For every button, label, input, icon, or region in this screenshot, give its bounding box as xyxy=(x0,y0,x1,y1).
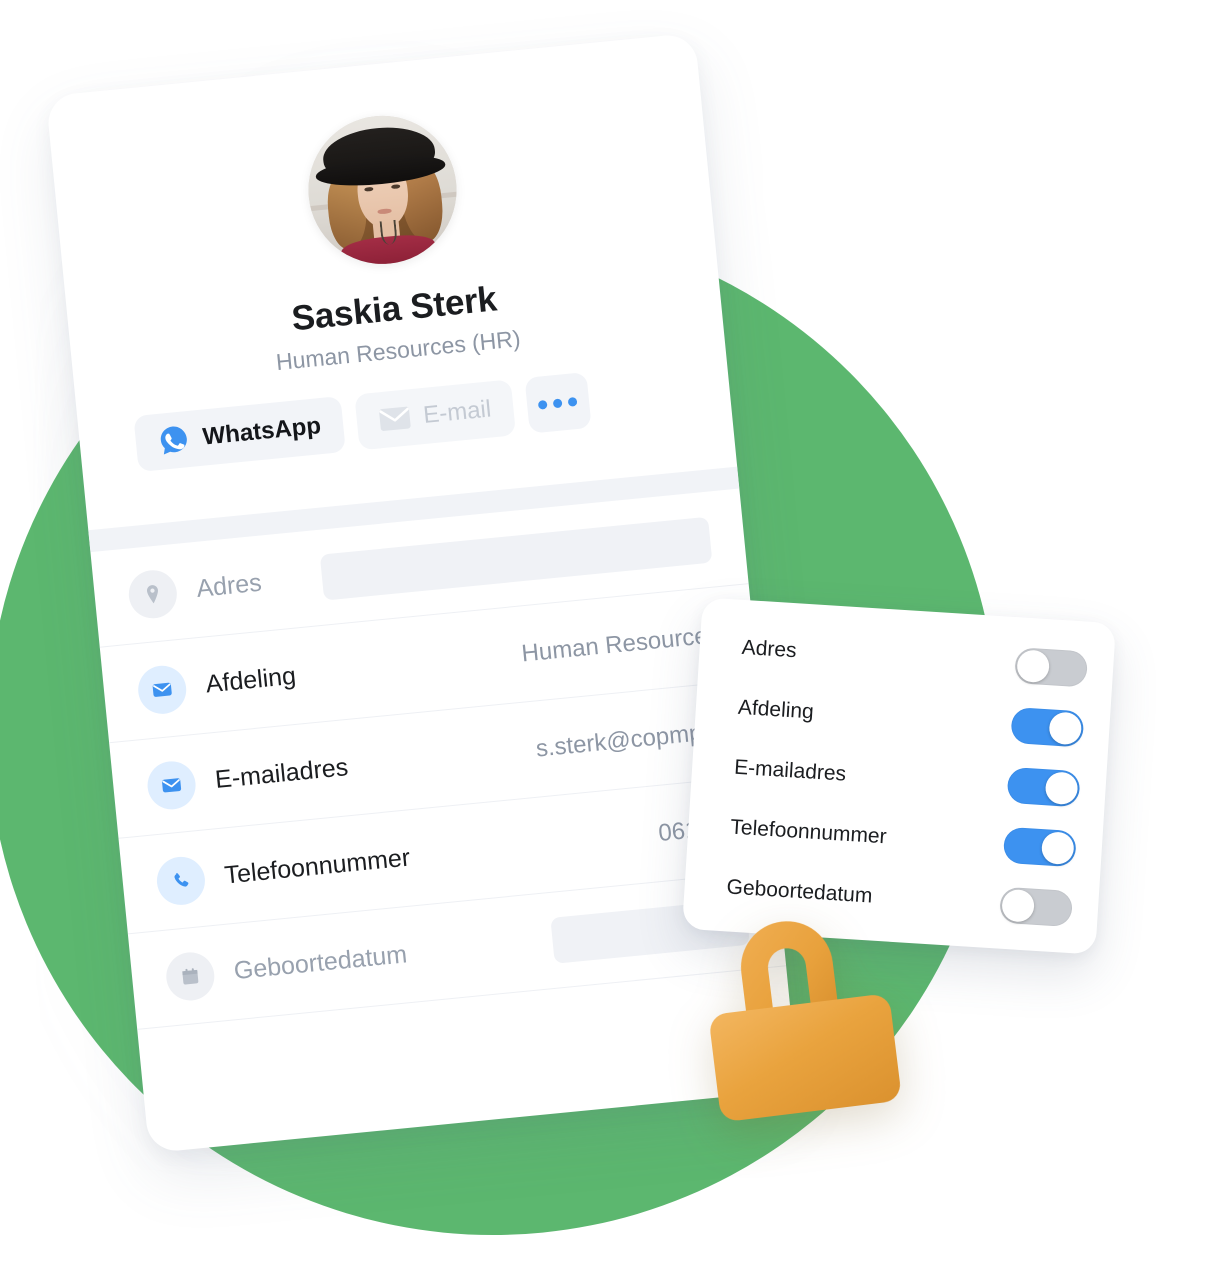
padlock-icon xyxy=(688,889,913,1127)
illustration-stage: Saskia Sterk Human Resources (HR) WhatsA… xyxy=(0,0,1210,1270)
field-label-telefoonnummer: Telefoonnummer xyxy=(223,843,412,890)
mail-icon xyxy=(145,758,198,812)
toggle-switch-telefoonnummer[interactable] xyxy=(1002,826,1077,868)
toggle-label-telefoonnummer: Telefoonnummer xyxy=(729,815,888,849)
toggle-knob xyxy=(1016,649,1051,684)
contact-fields-list: Adres Afdeling Human Resources E-mailadr… xyxy=(90,488,787,1030)
field-label-emailadres: E-mailadres xyxy=(213,753,350,794)
location-pin-icon xyxy=(126,567,180,621)
toggle-switch-adres[interactable] xyxy=(1014,647,1089,688)
toggle-switch-emailadres[interactable] xyxy=(1006,766,1081,808)
field-label-geboortedatum: Geboortedatum xyxy=(232,940,409,986)
field-value-masked-adres xyxy=(319,516,713,601)
field-label-afdeling: Afdeling xyxy=(204,661,298,699)
toggle-label-adres: Adres xyxy=(741,635,798,663)
mail-icon xyxy=(377,405,411,432)
toggle-knob xyxy=(1044,771,1079,806)
contact-card: Saskia Sterk Human Resources (HR) WhatsA… xyxy=(45,32,799,1154)
toggle-knob xyxy=(1048,711,1083,746)
mail-icon xyxy=(135,663,189,716)
field-value-afdeling: Human Resources xyxy=(520,620,721,668)
whatsapp-button[interactable]: WhatsApp xyxy=(133,396,346,473)
whatsapp-button-label: WhatsApp xyxy=(201,412,323,451)
calendar-icon xyxy=(164,949,217,1003)
whatsapp-icon xyxy=(156,423,191,458)
toggle-label-afdeling: Afdeling xyxy=(737,695,815,724)
more-options-button[interactable] xyxy=(524,371,592,434)
more-dots-icon xyxy=(537,396,578,410)
email-button[interactable]: E-mail xyxy=(353,379,516,451)
toggle-switch-afdeling[interactable] xyxy=(1010,706,1085,748)
privacy-toggle-panel: Adres Afdeling E-mailadres Telefoonnumme… xyxy=(681,597,1117,955)
field-label-adres: Adres xyxy=(195,568,263,603)
toggle-knob xyxy=(1040,831,1075,866)
toggle-knob xyxy=(1001,888,1036,923)
toggle-label-emailadres: E-mailadres xyxy=(733,755,847,786)
contact-card-header: Saskia Sterk Human Resources (HR) WhatsA… xyxy=(46,33,736,513)
toggle-switch-geboortedatum[interactable] xyxy=(998,886,1074,928)
email-button-label: E-mail xyxy=(422,395,493,429)
phone-icon xyxy=(154,854,208,907)
avatar xyxy=(301,109,464,271)
